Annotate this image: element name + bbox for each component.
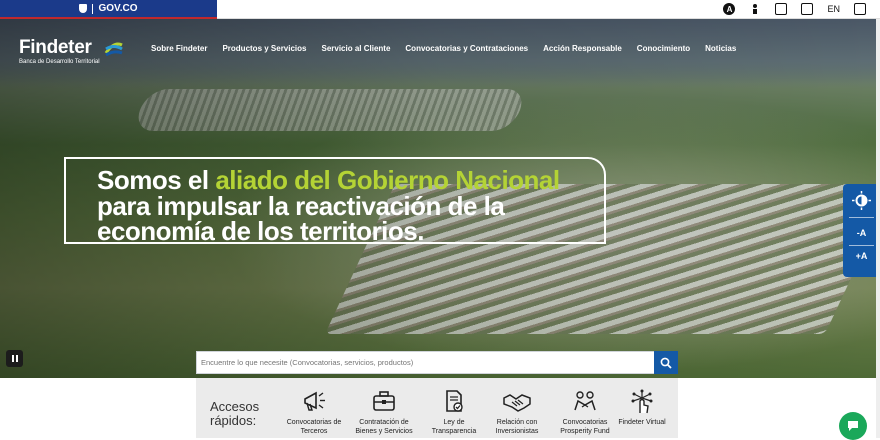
divider — [92, 3, 94, 14]
hero-headline: Somos el aliado del Gobierno Nacional pa… — [64, 157, 606, 244]
quick-ley-transparencia[interactable]: Ley de Transparencia — [422, 388, 486, 436]
relief-icon[interactable] — [775, 3, 788, 15]
quick-convocatorias-terceros[interactable]: Convocatorias de Terceros — [282, 388, 346, 436]
search-icon — [660, 357, 672, 369]
logo-name: Findeter — [19, 37, 92, 58]
quick-prosperity-fund[interactable]: Convocatorias Prosperity Fund — [553, 388, 617, 436]
accessibility-toolbar: A EN — [723, 3, 866, 15]
nav-conocimiento[interactable]: Conocimiento — [637, 44, 690, 53]
sign-language-icon[interactable] — [749, 3, 761, 15]
contrast-icon[interactable] — [852, 191, 871, 210]
quick-item-label: Findeter Virtual — [618, 419, 666, 426]
quick-relacion-inversionistas[interactable]: Relación con Inversionistas — [485, 388, 549, 436]
hero-banner: Findeter Banca de Desarrollo Territorial… — [0, 19, 880, 378]
text-smaller-button[interactable]: -A — [843, 228, 880, 238]
quick-item-label: Relación con Inversionistas — [495, 419, 539, 435]
quick-contratacion-bienes[interactable]: Contratación de Bienes y Servicios — [352, 388, 416, 436]
divider — [849, 217, 874, 218]
handshake-icon — [503, 394, 531, 412]
document-check-icon — [446, 390, 463, 412]
pause-button[interactable] — [6, 350, 23, 367]
headline-line-1: Somos el aliado del Gobierno Nacional — [97, 167, 560, 193]
sitemap-icon[interactable] — [854, 3, 866, 15]
quick-item-label: Convocatorias Prosperity Fund — [560, 419, 610, 435]
nav-accion-responsable[interactable]: Acción Responsable — [543, 44, 622, 53]
logo-subtitle: Banca de Desarrollo Territorial — [19, 59, 100, 65]
image-icon[interactable] — [801, 3, 814, 15]
nav-servicio-cliente[interactable]: Servicio al Cliente — [321, 44, 390, 53]
search-button[interactable] — [654, 351, 678, 374]
page-scrollbar[interactable] — [876, 19, 880, 438]
gov-co-label: GOV.CO — [98, 3, 138, 14]
findeter-logo-mark-icon — [104, 42, 123, 57]
top-bar: GOV.CO A EN — [0, 0, 880, 19]
colombia-shield-icon — [79, 4, 88, 13]
touch-network-icon — [631, 389, 653, 414]
search-bar — [196, 351, 678, 374]
quick-access-title: Accesos rápidos: — [210, 399, 260, 428]
quick-access-panel: Accesos rápidos: Convocatorias de Tercer… — [196, 378, 678, 438]
megaphone-icon — [304, 391, 325, 411]
headline-line-3: economía de los territorios. — [97, 216, 424, 246]
hands-group-icon — [574, 391, 596, 411]
quick-findeter-virtual[interactable]: Findeter Virtual — [610, 388, 674, 427]
quick-item-label: Convocatorias de Terceros — [286, 419, 342, 435]
main-nav: Sobre Findeter Productos y Servicios Ser… — [151, 44, 736, 53]
gov-co-link[interactable]: GOV.CO — [0, 0, 217, 19]
pause-icon — [11, 355, 14, 362]
findeter-logo[interactable]: Findeter Banca de Desarrollo Territorial — [19, 37, 123, 65]
accessibility-icon[interactable]: A — [723, 3, 736, 15]
quick-item-label: Contratación de Bienes y Servicios — [355, 419, 413, 435]
language-toggle[interactable]: EN — [827, 3, 840, 15]
briefcase-icon — [373, 391, 395, 411]
accessibility-side-panel: -A +A — [843, 184, 880, 277]
nav-convocatorias[interactable]: Convocatorias y Contrataciones — [405, 44, 528, 53]
divider — [849, 245, 874, 246]
quick-item-label: Ley de Transparencia — [431, 419, 477, 435]
nav-noticias[interactable]: Noticias — [705, 44, 736, 53]
chat-button[interactable] — [839, 412, 867, 440]
nav-sobre-findeter[interactable]: Sobre Findeter — [151, 44, 207, 53]
text-larger-button[interactable]: +A — [843, 251, 880, 261]
nav-productos-servicios[interactable]: Productos y Servicios — [222, 44, 306, 53]
chat-bubble-icon — [848, 421, 858, 431]
search-input[interactable] — [201, 354, 641, 371]
